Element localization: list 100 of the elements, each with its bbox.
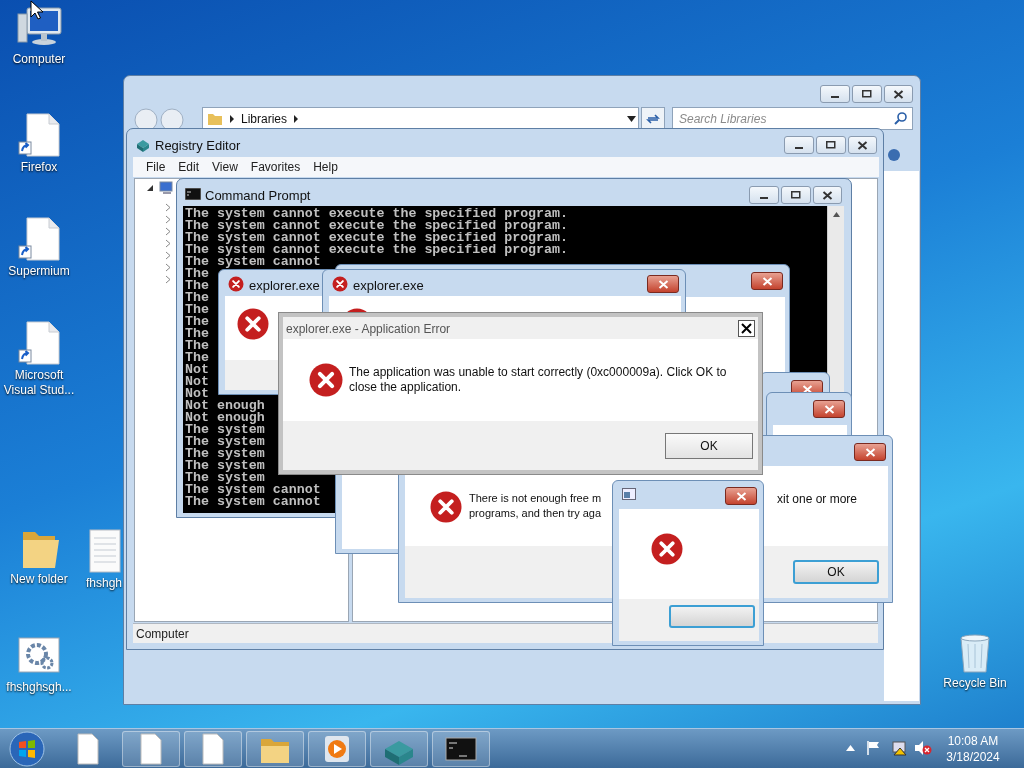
chevron-icon [293,114,300,123]
network-warning-icon[interactable] [891,740,907,756]
close-icon [823,404,835,414]
menu-item[interactable]: File [146,158,166,176]
icon-label[interactable]: Computer [11,52,67,67]
menu-item[interactable]: Favorites [250,158,301,176]
close-button[interactable] [738,320,755,337]
icon-label[interactable]: Supermium [7,264,71,279]
menu-item[interactable]: View [212,158,238,176]
console-line: The system cannot execute the specified program. [185,232,568,244]
close-button[interactable] [725,487,757,505]
dialog-message: programs, and then try aga [469,506,602,521]
dialog-message: There is not enough free m [469,491,602,506]
error-icon [309,363,343,397]
scroll-up-icon [833,212,840,217]
chevron-icon [229,114,235,123]
console-line: The system [185,448,265,460]
blank-button[interactable] [669,605,755,628]
console-line: Not enough [185,400,265,412]
error-icon [651,533,683,565]
icon-label[interactable]: Microsoft Visual Stud... [1,368,77,398]
menu-item[interactable]: Help [313,158,338,176]
console-line: The [185,352,209,364]
close-button[interactable] [751,272,783,290]
dialog-title: explorer.exe [249,277,320,295]
dropdown-icon[interactable] [627,116,636,122]
error-icon [228,276,244,292]
console-line: Not enough [185,412,265,424]
maximize-icon [862,90,872,98]
show-hidden-icons-icon[interactable] [846,745,855,751]
console-line: The system cannot execute the specified program. [185,244,568,256]
maximize-button[interactable] [852,85,882,103]
close-button[interactable] [884,85,913,103]
close-button[interactable] [813,400,845,418]
taskbar-button[interactable] [432,731,490,767]
close-icon [893,89,904,99]
error-icon [332,276,348,292]
console-line: The system cannot [185,256,321,268]
console-line: The system cannot execute the specified program. [185,220,568,232]
document-shortcut-icon [15,216,63,262]
console-line: The system [185,424,265,436]
close-button[interactable] [813,186,842,204]
mouse-cursor-icon [30,0,44,20]
console-line: The system cannot [185,484,321,496]
close-icon [864,447,876,457]
menu-item[interactable]: Edit [178,158,200,176]
search-field[interactable]: Search Libraries [672,107,913,130]
search-icon[interactable] [894,112,907,125]
dialog-message: The application was unable to start correctly (0xc000009a). Click OK to close the application. [349,365,728,395]
ok-button[interactable]: OK [793,560,879,584]
close-icon [857,140,868,150]
console-line: Not [185,364,209,376]
console-line: The [185,292,209,304]
folder-icon [207,111,223,126]
minimize-button[interactable] [820,85,850,103]
close-button[interactable] [647,275,679,293]
maximize-icon [791,191,801,199]
console-line: The system cannot [185,496,321,508]
status-bar-text: Computer [136,625,189,643]
console-line: The system cannot execute the specified program. [185,208,568,220]
error-icon [237,308,269,340]
icon-label[interactable]: New folder [9,572,69,587]
icon-label[interactable]: Firefox [19,160,59,175]
tree-expander-icon[interactable] [146,184,154,192]
refresh-button[interactable] [641,107,665,130]
speaker-muted-icon[interactable] [914,740,932,756]
console-icon [185,188,201,200]
close-icon [801,384,813,394]
maximize-button[interactable] [781,186,811,204]
minimize-button[interactable] [749,186,779,204]
minimize-icon [760,197,768,199]
icon-label[interactable]: Recycle Bin [942,676,1008,691]
console-line: The [185,316,209,328]
dialog-title: explorer.exe - Application Error [286,321,451,338]
console-line: The [185,340,209,352]
refresh-icon [646,112,660,125]
address-bar[interactable]: Libraries [202,107,639,130]
console-line: The system [185,460,265,472]
window-icon [622,488,636,500]
console-line: The [185,280,209,292]
close-button[interactable] [848,136,877,154]
console-line: The [185,328,209,340]
clock-date[interactable]: 3/18/2024 [946,749,1000,765]
clock-time[interactable]: 10:08 AM [947,733,999,749]
console-line: Not [185,376,209,388]
console-line: The system [185,472,265,484]
help-icon[interactable] [887,148,901,162]
close-icon [822,190,833,200]
close-button[interactable] [854,443,886,461]
dialog-title: explorer.exe [353,277,424,295]
breadcrumb-item[interactable]: Libraries [241,109,288,128]
minimize-button[interactable] [784,136,814,154]
console-line: Not [185,388,209,400]
window-title: Command Prompt [205,187,311,205]
start-button-icon[interactable] [8,730,46,768]
flag-icon[interactable] [866,740,880,756]
maximize-button[interactable] [816,136,846,154]
ok-button[interactable]: OK [665,433,753,459]
computer-icon [159,181,175,195]
minimize-icon [831,96,839,98]
